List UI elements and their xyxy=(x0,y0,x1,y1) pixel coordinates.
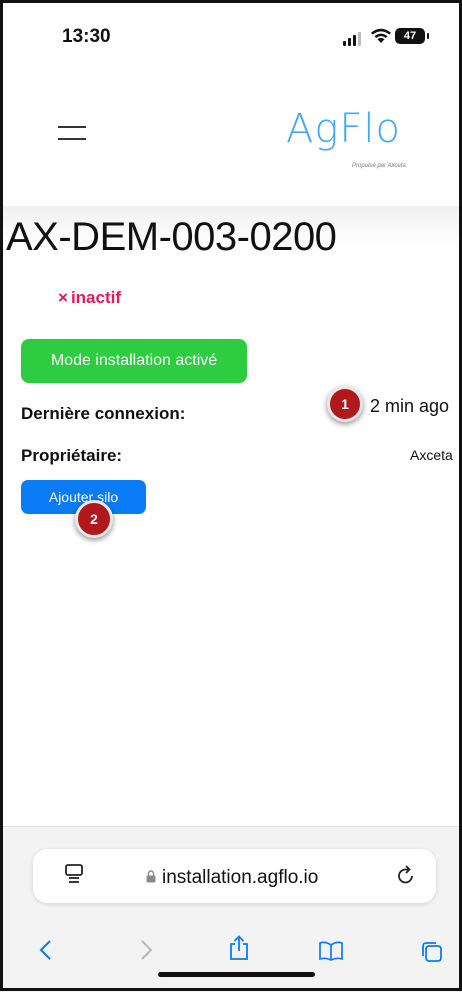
tabs-overview-icon[interactable] xyxy=(64,863,84,890)
forward-icon[interactable] xyxy=(138,939,154,966)
wifi-icon xyxy=(370,27,392,49)
home-indicator xyxy=(158,972,315,977)
close-icon: × xyxy=(58,288,68,307)
menu-icon[interactable] xyxy=(58,126,86,140)
last-connection-label: Dernière connexion: xyxy=(21,404,186,423)
agflo-logo[interactable]: AgFlo Propulsé par Axceta xyxy=(286,106,436,176)
annotation-marker-2: 2 xyxy=(75,500,113,538)
back-icon[interactable] xyxy=(38,939,54,966)
logo-text: AgFlo xyxy=(286,106,401,152)
status-text: inactif xyxy=(70,288,121,307)
share-icon[interactable] xyxy=(228,935,250,966)
tabs-icon[interactable] xyxy=(420,940,444,969)
bookmarks-icon[interactable] xyxy=(318,941,344,966)
annotation-marker-1: 1 xyxy=(327,386,363,422)
status-time: 13:30 xyxy=(62,26,111,47)
status-badge: × inactif xyxy=(58,288,121,308)
logo-tagline: Propulsé par Axceta xyxy=(352,163,406,169)
install-mode-button[interactable]: Mode installation activé xyxy=(21,339,247,383)
url-text: installation.agflo.io xyxy=(162,867,319,888)
owner-value: Axceta xyxy=(410,447,453,463)
lock-icon xyxy=(146,867,156,889)
signal-icon xyxy=(343,32,361,46)
url-display[interactable]: installation.agflo.io xyxy=(146,867,318,889)
battery-icon: 47 xyxy=(395,28,429,44)
reload-icon[interactable] xyxy=(396,864,416,891)
last-connection-value: 2 min ago xyxy=(370,396,450,416)
owner-label: Propriétaire: xyxy=(21,446,123,465)
device-title: AX-DEM-003-0200 xyxy=(6,215,337,259)
